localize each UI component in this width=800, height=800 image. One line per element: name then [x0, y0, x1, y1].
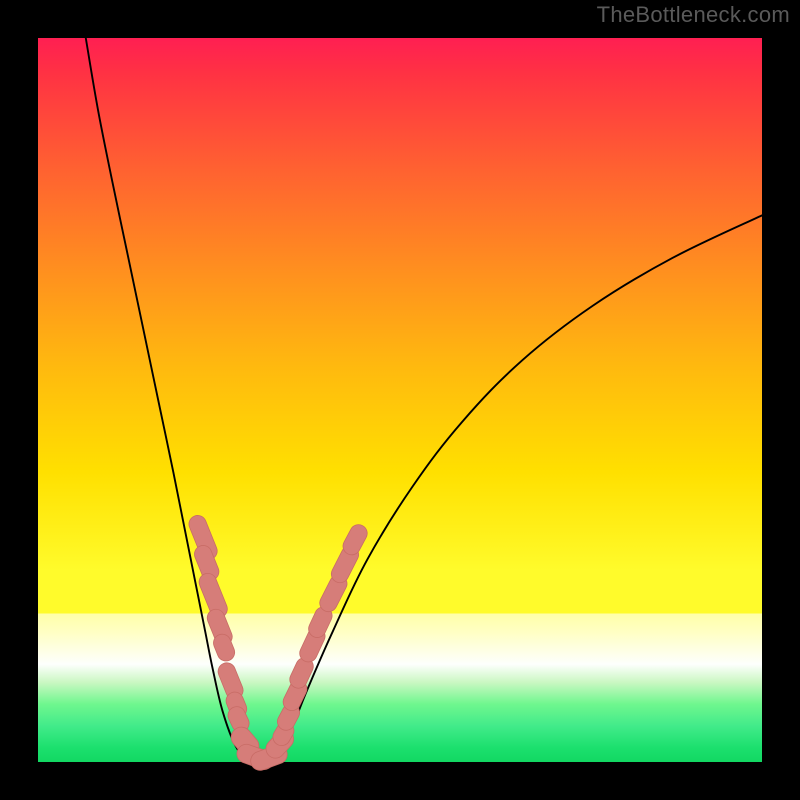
- chart-container: TheBottleneck.com: [0, 0, 800, 800]
- curve-layer: [86, 38, 762, 762]
- watermark-text: TheBottleneck.com: [597, 2, 790, 28]
- chart-svg: [38, 38, 762, 762]
- marker-layer: [186, 513, 370, 773]
- plot-area: [38, 38, 762, 762]
- curve-right-branch: [260, 215, 762, 762]
